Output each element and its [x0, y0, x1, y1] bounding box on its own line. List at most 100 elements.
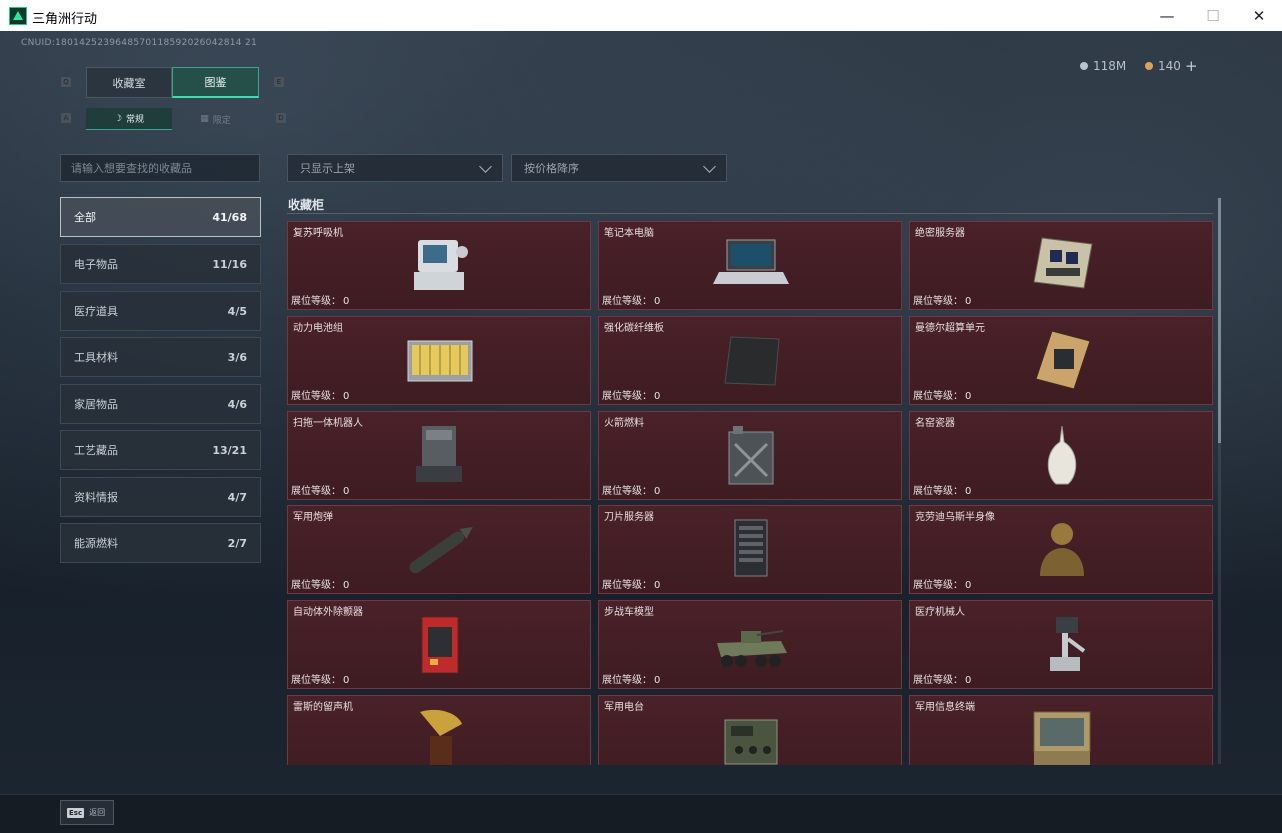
collection-card[interactable]: 军用电台	[598, 695, 902, 765]
booth-level: 展位等级： 0	[913, 387, 971, 402]
maximize-button[interactable]: ☐	[1190, 0, 1236, 31]
gold-currency: 140	[1145, 59, 1181, 73]
category-label: 能源燃料	[74, 537, 118, 550]
window-titlebar: 三角洲行动 — ☐ ✕	[0, 0, 1282, 32]
booth-level-label: 展位等级：	[602, 391, 652, 402]
close-button[interactable]: ✕	[1236, 0, 1282, 31]
item-name: 雷斯的留声机	[293, 702, 353, 713]
tab-catalog[interactable]: 图鉴	[172, 67, 259, 98]
booth-level-value: 0	[654, 486, 661, 497]
booth-level-label: 展位等级：	[913, 296, 963, 307]
booth-level-label: 展位等级：	[291, 391, 341, 402]
carbon-plate-icon	[711, 327, 791, 393]
item-name: 扫拖一体机器人	[293, 418, 363, 429]
category-count: 4/6	[227, 397, 247, 411]
item-name: 自动体外除颤器	[293, 607, 363, 618]
item-name: 笔记本电脑	[604, 228, 654, 239]
collection-card[interactable]: 绝密服务器 展位等级： 0	[909, 221, 1213, 310]
silver-coin-icon	[1080, 62, 1088, 70]
collection-card[interactable]: 步战车模型展位等级： 0	[598, 600, 902, 689]
collection-card[interactable]: 复苏呼吸机 展位等级： 0	[287, 221, 591, 310]
normal-icon: ☽	[113, 113, 123, 124]
sort-dropdown[interactable]: 按价格降序	[511, 154, 727, 182]
category-item[interactable]: 工艺藏品 13/21	[60, 430, 261, 470]
category-item[interactable]: 全部 41/68	[60, 197, 261, 237]
category-item[interactable]: 工具材料 3/6	[60, 337, 261, 377]
booth-level-value: 0	[343, 391, 350, 402]
minimize-button[interactable]: —	[1144, 0, 1190, 31]
defibrillator-icon	[400, 611, 480, 677]
collection-card[interactable]: 动力电池组展位等级： 0	[287, 316, 591, 405]
booth-level-label: 展位等级：	[291, 675, 341, 686]
item-name: 军用信息终端	[915, 702, 975, 713]
collection-card[interactable]: 曼德尔超算单元展位等级： 0	[909, 316, 1213, 405]
category-count: 2/7	[227, 536, 247, 550]
cabinet-title: 收藏柜	[288, 198, 325, 212]
booth-level-label: 展位等级：	[913, 486, 963, 497]
booth-level: 展位等级： 0	[602, 671, 660, 686]
collection-card[interactable]: 军用炮弹 展位等级： 0	[287, 505, 591, 594]
collection-card[interactable]: 强化碳纤维板 展位等级： 0	[598, 316, 902, 405]
booth-level: 展位等级： 0	[291, 576, 349, 591]
collection-card[interactable]: 克劳迪乌斯半身像 展位等级： 0	[909, 505, 1213, 594]
window-title: 三角洲行动	[32, 12, 98, 27]
collection-card[interactable]: 笔记本电脑展位等级： 0	[598, 221, 902, 310]
booth-level: 展位等级： 0	[602, 292, 660, 307]
user-uid: CNUID:1801425239648570118592026042814 21	[21, 38, 258, 48]
subtab-limited-label: 限定	[212, 115, 231, 126]
booth-level: 展位等级： 0	[602, 482, 660, 497]
category-count: 41/68	[212, 210, 247, 224]
booth-level: 展位等级： 0	[913, 482, 971, 497]
subtab-normal[interactable]: ☽ 常规	[86, 108, 172, 130]
booth-level: 展位等级： 0	[913, 576, 971, 591]
booth-level-value: 0	[654, 675, 661, 686]
back-button[interactable]: Esc 返回	[60, 800, 114, 825]
category-item[interactable]: 电子物品 11/16	[60, 244, 261, 284]
category-item[interactable]: 能源燃料 2/7	[60, 523, 261, 563]
medical-robot-icon	[1022, 611, 1102, 677]
add-currency-button[interactable]: +	[1185, 57, 1198, 75]
category-item[interactable]: 资料情报 4/7	[60, 477, 261, 517]
silver-amount: 118M	[1093, 59, 1127, 73]
shelf-filter-label: 只显示上架	[300, 162, 355, 175]
item-name: 绝密服务器	[915, 228, 965, 239]
category-item[interactable]: 医疗道具 4/5	[60, 291, 261, 331]
item-name: 动力电池组	[293, 323, 343, 334]
collection-card[interactable]: 刀片服务器 展位等级： 0	[598, 505, 902, 594]
booth-level: 展位等级： 0	[291, 482, 349, 497]
collection-card[interactable]: 火箭燃料 展位等级： 0	[598, 411, 902, 500]
category-count: 4/7	[227, 490, 247, 504]
category-label: 资料情报	[74, 491, 118, 504]
back-label: 返回	[89, 808, 106, 817]
limited-icon: ▦	[200, 114, 209, 124]
collection-card[interactable]: 雷斯的留声机	[287, 695, 591, 765]
shelf-filter-dropdown[interactable]: 只显示上架	[287, 154, 503, 182]
category-item[interactable]: 家居物品 4/6	[60, 384, 261, 424]
booth-level-label: 展位等级：	[291, 580, 341, 591]
collection-card[interactable]: 军用信息终端	[909, 695, 1213, 765]
app-logo-icon	[9, 7, 27, 25]
collection-card[interactable]: 医疗机械人 展位等级： 0	[909, 600, 1213, 689]
sort-label: 按价格降序	[524, 162, 579, 175]
item-name: 曼德尔超算单元	[915, 323, 985, 334]
collection-grid: 复苏呼吸机 展位等级： 0 笔记本电脑 展位等级： 0 绝密服务器 展位等级： 0 动力电池组 展位…	[287, 221, 1213, 765]
collection-card[interactable]: 扫拖一体机器人展位等级： 0	[287, 411, 591, 500]
collection-card[interactable]: 名窑瓷器 展位等级： 0	[909, 411, 1213, 500]
booth-level-label: 展位等级：	[602, 296, 652, 307]
blade-server-icon	[711, 516, 791, 582]
battery-pack-icon	[400, 327, 480, 393]
key-hint-d: D	[276, 113, 286, 123]
collection-card[interactable]: 自动体外除颤器展位等级： 0	[287, 600, 591, 689]
tab-collection[interactable]: 收藏室	[86, 67, 172, 98]
key-hint-e: E	[274, 77, 284, 87]
item-name: 步战车模型	[604, 607, 654, 618]
subtab-limited[interactable]: ▦ 限定	[172, 108, 259, 130]
subtab-normal-label: 常规	[126, 115, 145, 125]
laptop-icon	[711, 232, 791, 298]
booth-level: 展位等级： 0	[291, 671, 349, 686]
gold-coin-icon	[1145, 62, 1153, 70]
booth-level-value: 0	[343, 580, 350, 591]
scrollbar-thumb[interactable]	[1218, 198, 1221, 443]
item-name: 刀片服务器	[604, 512, 654, 523]
search-input[interactable]: 请输入想要查找的收藏品	[60, 154, 260, 182]
